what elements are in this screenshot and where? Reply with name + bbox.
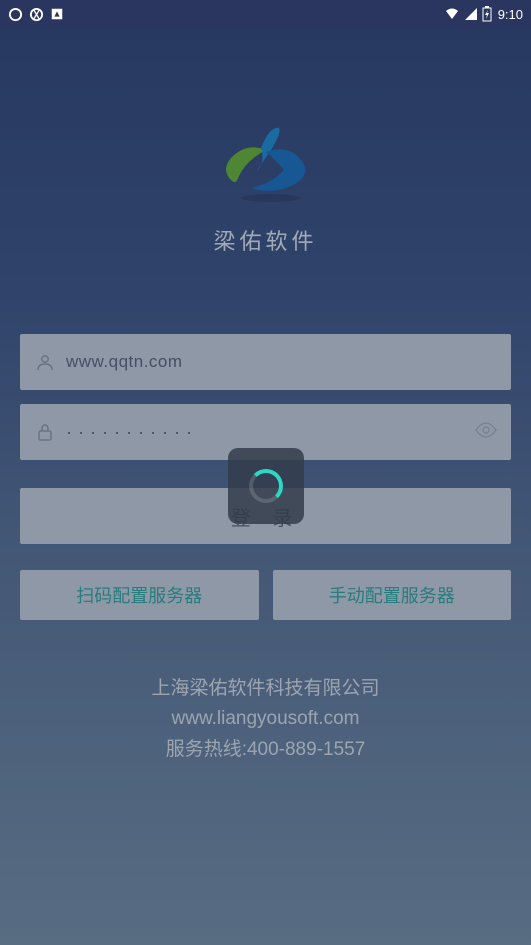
- app-logo: [216, 120, 316, 206]
- lock-icon: [34, 421, 56, 443]
- manual-config-button[interactable]: 手动配置服务器: [273, 570, 512, 620]
- footer-hotline: 服务热线:400-889-1557: [20, 735, 511, 765]
- password-input[interactable]: [66, 422, 497, 443]
- status-time: 9:10: [498, 7, 523, 22]
- user-icon: [34, 351, 56, 373]
- wifi-icon: [444, 7, 460, 21]
- footer-website: www.liangyousoft.com: [20, 704, 511, 734]
- status-icon-aperture: [29, 7, 44, 22]
- footer-company: 上海梁佑软件科技有限公司: [20, 674, 511, 704]
- username-field[interactable]: [20, 334, 511, 390]
- scan-config-button[interactable]: 扫码配置服务器: [20, 570, 259, 620]
- signal-icon: [464, 7, 478, 21]
- loading-spinner: [228, 448, 304, 524]
- status-bar: 9:10: [0, 0, 531, 28]
- status-icon-circle: [8, 7, 23, 22]
- app-name: 梁佑软件: [213, 224, 317, 256]
- footer: 上海梁佑软件科技有限公司 www.liangyousoft.com 服务热线:4…: [20, 674, 511, 765]
- eye-icon[interactable]: [475, 422, 497, 443]
- battery-icon: [482, 6, 492, 22]
- username-input[interactable]: [66, 352, 497, 372]
- status-icon-square: [50, 7, 64, 21]
